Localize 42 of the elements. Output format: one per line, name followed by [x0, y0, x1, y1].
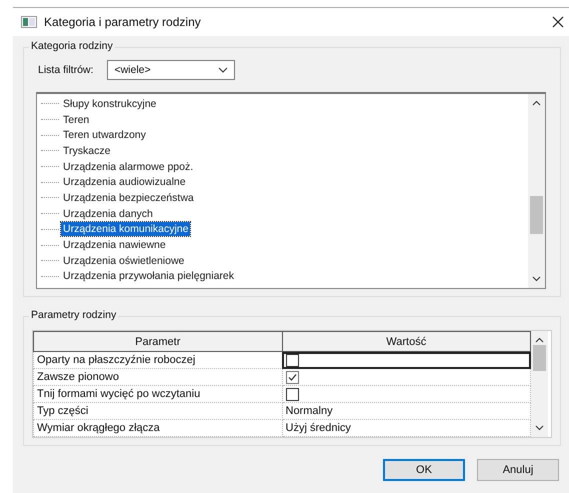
scroll-thumb[interactable]	[533, 345, 546, 371]
table-cell: Tnij formami wycięć po wczytaniu	[34, 386, 282, 402]
checkbox[interactable]	[286, 354, 298, 366]
table-cell[interactable]: Użyj średnicy	[286, 422, 351, 434]
tree-item[interactable]: Urządzenia przywołania pielęgniarek	[61, 269, 236, 284]
column-header[interactable]: Wartość	[282, 332, 530, 352]
scrollbar[interactable]	[528, 94, 545, 288]
tree-item[interactable]: Urządzenia alarmowe ppoż.	[61, 160, 196, 174]
scroll-down-icon[interactable]	[535, 425, 544, 431]
window-title: Kategoria i parametry rodziny	[44, 15, 202, 29]
cancel-button[interactable]: Anuluj	[477, 459, 559, 481]
tree-item[interactable]: Tryskacze	[61, 144, 112, 158]
table-cell: Wymiar okrągłego złącza	[34, 420, 282, 436]
filter-dropdown[interactable]: <wiele>	[107, 60, 236, 80]
column-header[interactable]: Parametr	[34, 332, 282, 352]
tree-item[interactable]: Urządzenia oświetleniowe	[61, 254, 186, 268]
scrollbar[interactable]	[531, 331, 548, 437]
tree-item[interactable]: Urządzenia bezpieczeństwa	[61, 190, 196, 205]
tree-item[interactable]: Słupy konstrukcyjne	[61, 96, 158, 111]
checkbox[interactable]	[286, 370, 298, 384]
scroll-up-icon[interactable]	[535, 337, 544, 343]
ok-button[interactable]: OK	[383, 459, 465, 481]
tree-item[interactable]: Urządzenia danych	[61, 206, 155, 221]
scroll-down-icon[interactable]	[532, 276, 541, 282]
tree-item[interactable]: Teren utwardzony	[61, 128, 148, 142]
scroll-thumb[interactable]	[530, 196, 543, 234]
group-title: Kategoria rodziny	[29, 40, 115, 52]
table-cell: Typ części	[34, 402, 282, 420]
filter-label: Lista filtrów:	[38, 64, 94, 76]
window-icon	[21, 16, 37, 28]
close-icon[interactable]	[552, 16, 564, 28]
table-cell[interactable]: Normalny	[286, 405, 333, 417]
table-cell: Oparty na płaszczyźnie roboczej	[34, 352, 282, 368]
group-title: Parametry rodziny	[29, 309, 118, 321]
tree-item[interactable]: Urządzenia audiowizualne	[61, 175, 188, 190]
tree-item[interactable]: Urządzenia komunikacyjne	[61, 222, 190, 236]
chevron-down-icon[interactable]	[218, 67, 228, 73]
tree-item[interactable]: Urządzenia nawiewne	[61, 238, 168, 252]
checkbox[interactable]	[286, 388, 298, 400]
table-cell: Zawsze pionowo	[34, 368, 282, 386]
scroll-up-icon[interactable]	[532, 100, 541, 106]
tree-item[interactable]: Teren	[61, 112, 92, 127]
